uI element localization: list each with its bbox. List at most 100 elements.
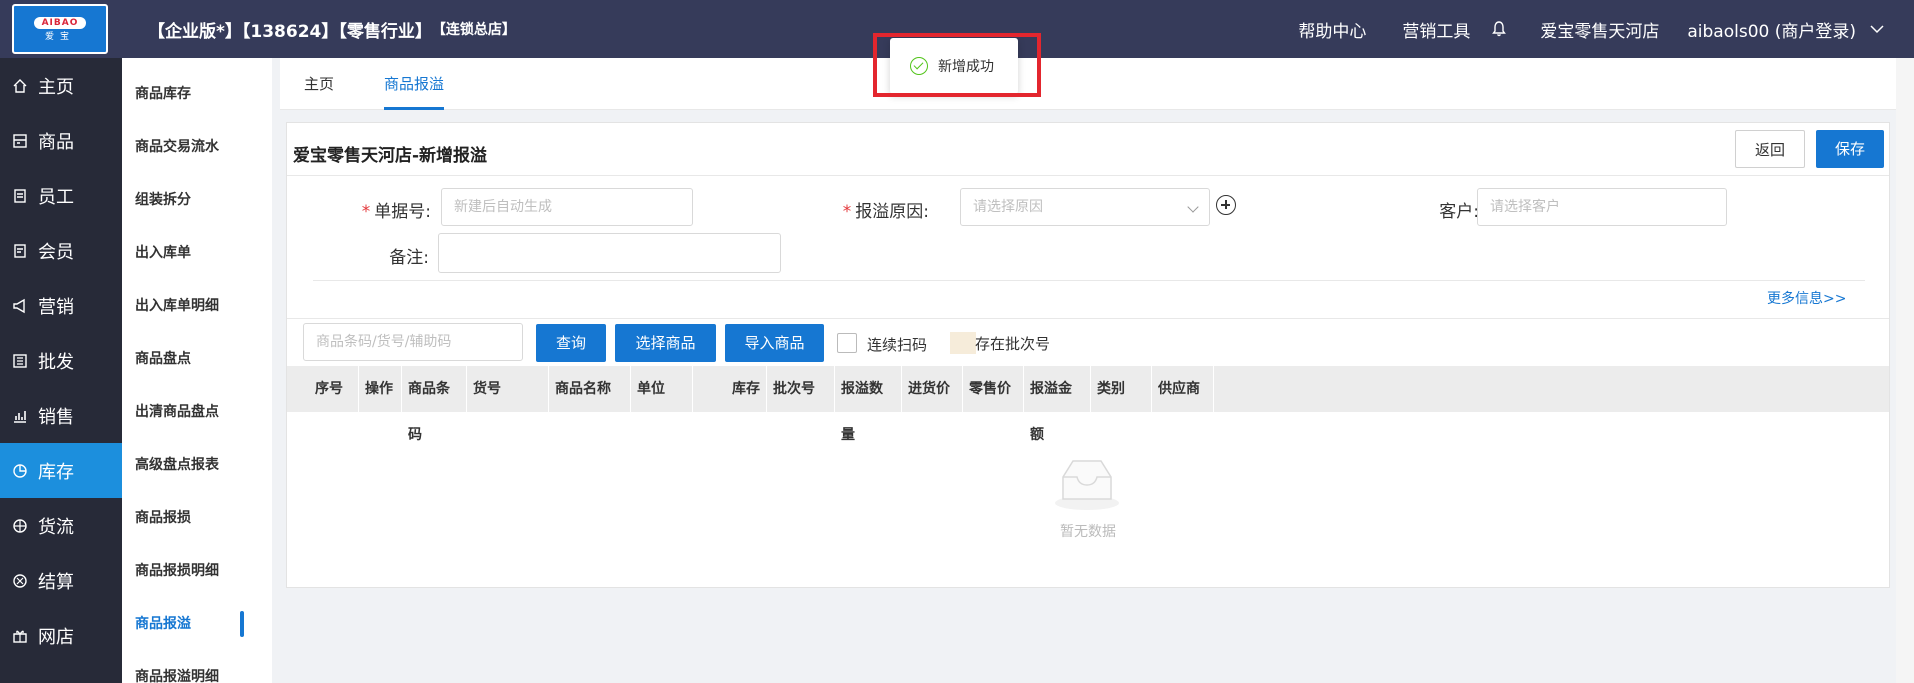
subnav-item-7[interactable]: 高级盘点报表: [122, 437, 272, 490]
column-header[interactable]: 进货价: [902, 366, 963, 412]
subnav-item-8[interactable]: 商品报损: [122, 490, 272, 543]
subnav-item-3[interactable]: 出入库单: [122, 225, 272, 278]
column-header[interactable]: 供应商: [1152, 366, 1214, 412]
overflow-form-panel: 爱宝零售天河店-新增报溢 返回 保存 * 单据号: 新建后自动生成 * 报溢原因: …: [286, 122, 1890, 588]
goods-icon: [13, 133, 27, 148]
column-header[interactable]: 序号: [293, 366, 359, 412]
sidebar-item-label: 批发: [38, 351, 74, 373]
sidebar-item-label: 结算: [38, 571, 74, 593]
divider: [287, 318, 1889, 319]
sidebar-item-9[interactable]: 结算: [0, 553, 122, 608]
subnav-item-5[interactable]: 商品盘点: [122, 331, 272, 384]
subnav-item-6[interactable]: 出清商品盘点: [122, 384, 272, 437]
column-header[interactable]: 报溢金额: [1024, 366, 1091, 443]
subnav-item-1[interactable]: 商品交易流水: [122, 119, 272, 172]
page-scrollbar[interactable]: [1896, 58, 1914, 683]
marketing-tools-link[interactable]: 营销工具: [1402, 17, 1470, 42]
chevron-down-icon: [1187, 201, 1199, 213]
customer-input[interactable]: 请选择客户: [1477, 188, 1727, 226]
store-name[interactable]: 爱宝零售天河店: [1540, 17, 1659, 42]
select-goods-button[interactable]: 选择商品: [615, 324, 716, 362]
tenant-edition: 【企业版*】【138624】【零售行业】: [148, 21, 432, 42]
table-header: 序号 操作 商品条码 货号 商品名称 单位 库存 批次号 报溢数量 进货价 零售价 报溢金额 类别 供应商: [287, 366, 1889, 443]
tab-goods-overflow[interactable]: 商品报溢: [384, 58, 445, 110]
reason-select[interactable]: 请选择原因: [960, 188, 1210, 226]
help-center-link[interactable]: 帮助中心: [1298, 17, 1366, 42]
sidebar-item-label: 网店: [38, 626, 74, 648]
column-header[interactable]: 操作: [359, 366, 402, 412]
column-header[interactable]: 类别: [1091, 366, 1152, 412]
column-header[interactable]: 商品条码: [402, 366, 467, 443]
tab-home[interactable]: 主页: [304, 58, 334, 110]
sidebar-item-7[interactable]: 库存: [0, 443, 122, 498]
sidebar-item-label: 库存: [38, 461, 74, 483]
more-info-link[interactable]: 更多信息>>: [1767, 288, 1846, 308]
staff-icon: [14, 188, 26, 203]
sidebar-item-6[interactable]: 销售: [0, 388, 122, 443]
chevron-down-icon[interactable]: [1870, 24, 1884, 34]
note-label: 备注:: [389, 248, 429, 268]
sidebar-item-3[interactable]: 会员: [0, 223, 122, 278]
sidebar-item-0[interactable]: 主页: [0, 58, 122, 113]
tenant-store-type: 【连锁总店】: [431, 22, 516, 38]
logo-badge: AIBAO: [33, 16, 87, 29]
import-goods-button[interactable]: 导入商品: [725, 324, 824, 362]
reason-label-text: 报溢原因:: [855, 202, 929, 222]
gift-icon: [13, 630, 27, 643]
sidebar-item-label: 员工: [38, 186, 74, 208]
continuous-scan-label: 连续扫码: [867, 336, 928, 354]
add-reason-icon[interactable]: [1216, 195, 1236, 215]
column-header[interactable]: 库存: [693, 366, 767, 412]
column-header[interactable]: 批次号: [767, 366, 835, 412]
sidebar-item-10[interactable]: 网店: [0, 608, 122, 663]
doc-no-label: * 单据号:: [361, 202, 431, 222]
subnav-item-0[interactable]: 商品库存: [122, 66, 272, 119]
tenant-info: 【企业版*】【138624】【零售行业】 【连锁总店】: [148, 0, 516, 58]
wholesale-icon: [13, 353, 27, 368]
pie-icon: [13, 463, 27, 478]
column-header[interactable]: 零售价: [963, 366, 1024, 412]
subnav-item-11[interactable]: 商品报溢明细: [122, 649, 272, 683]
sidebar-item-1[interactable]: 商品: [0, 113, 122, 168]
highlight-box: [873, 33, 1041, 97]
sidebar-item-4[interactable]: 营销: [0, 278, 122, 333]
bell-icon[interactable]: [1492, 21, 1507, 37]
empty-text: 暂无数据: [1060, 524, 1116, 540]
subnav-item-2[interactable]: 组装拆分: [122, 172, 272, 225]
sidebar-item-label: 商品: [38, 131, 74, 153]
note-textarea[interactable]: [438, 233, 781, 273]
column-header[interactable]: 商品名称: [549, 366, 631, 412]
column-header[interactable]: 单位: [631, 366, 693, 412]
sidebar-item-5[interactable]: 批发: [0, 333, 122, 388]
user-menu[interactable]: aibaols00 (商户登录): [1687, 17, 1856, 42]
flow-icon: [13, 518, 27, 533]
doc-no-input[interactable]: 新建后自动生成: [441, 188, 693, 226]
settle-icon: [13, 573, 27, 588]
sidebar-item-2[interactable]: 员工: [0, 168, 122, 223]
goods-search-input[interactable]: 商品条码/货号/辅助码: [303, 323, 523, 361]
empty-inbox-icon: [1055, 460, 1119, 510]
aibao-logo[interactable]: AIBAO 爱宝: [12, 4, 108, 54]
subnav-item-4[interactable]: 出入库单明细: [122, 278, 272, 331]
header-actions: 帮助中心 营销工具 爱宝零售天河店 aibaols00 (商户登录): [1298, 0, 1914, 58]
reason-label: * 报溢原因:: [842, 202, 929, 222]
logo-sub: 爱宝: [44, 31, 75, 42]
query-button[interactable]: 查询: [536, 324, 606, 362]
subnav-item-10[interactable]: 商品报溢: [122, 596, 272, 649]
home-icon: [13, 78, 27, 93]
sidebar-item-label: 货流: [38, 516, 74, 538]
column-header[interactable]: 报溢数量: [835, 366, 902, 443]
sidebar-item-label: 会员: [38, 241, 74, 263]
sidebar-item-8[interactable]: 货流: [0, 498, 122, 553]
subnav-item-9[interactable]: 商品报损明细: [122, 543, 272, 596]
has-batch-label: 存在批次号: [975, 335, 1051, 353]
continuous-scan-checkbox[interactable]: [837, 333, 857, 353]
main-sidebar: 主页商品员工会员营销批发销售库存货流结算网店: [0, 58, 122, 683]
megaphone-icon: [13, 298, 25, 313]
member-icon: [14, 243, 26, 258]
batch-color-swatch: [950, 332, 976, 354]
back-button[interactable]: 返回: [1735, 130, 1805, 168]
save-button[interactable]: 保存: [1816, 130, 1884, 168]
column-header[interactable]: 货号: [467, 366, 549, 412]
divider: [313, 280, 1865, 281]
